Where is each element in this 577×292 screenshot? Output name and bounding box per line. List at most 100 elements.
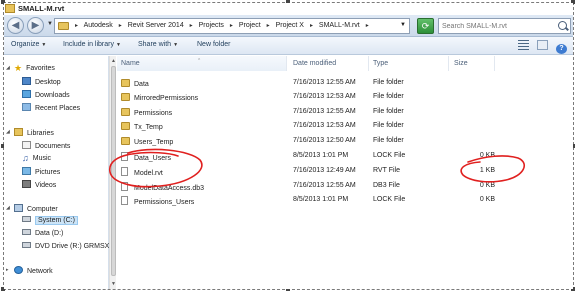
include-in-library-button[interactable]: Include in library ▼ bbox=[63, 41, 121, 48]
breadcrumb-chevron-icon[interactable]: ▸ bbox=[267, 23, 270, 29]
nav-downloads[interactable]: Downloads bbox=[22, 90, 70, 99]
collapse-icon[interactable]: ◢ bbox=[6, 65, 10, 71]
file-row[interactable]: MirroredPermissions 7/16/2013 12:53 AM F… bbox=[117, 90, 497, 104]
file-type: File folder bbox=[373, 108, 404, 115]
file-row[interactable]: Data_Users 8/5/2013 1:01 PM LOCK File 0 … bbox=[117, 149, 497, 163]
search-icon[interactable] bbox=[558, 21, 567, 30]
breadcrumb-chevron-icon[interactable]: ▸ bbox=[75, 23, 78, 29]
breadcrumb-item[interactable]: Project X bbox=[276, 22, 304, 29]
nav-videos[interactable]: Videos bbox=[22, 180, 56, 189]
address-dropdown-icon[interactable]: ▼ bbox=[400, 22, 406, 28]
scroll-up-icon[interactable]: ▲ bbox=[111, 58, 116, 64]
nav-desktop[interactable]: Desktop bbox=[22, 77, 61, 86]
breadcrumb-item[interactable]: Autodesk bbox=[84, 22, 113, 29]
star-icon: ★ bbox=[14, 63, 23, 73]
file-row[interactable]: Users_Temp 7/16/2013 12:50 AM File folde… bbox=[117, 134, 497, 148]
breadcrumb-item[interactable]: SMALL-M.rvt bbox=[319, 22, 360, 29]
collapse-icon[interactable]: ◢ bbox=[6, 129, 10, 135]
organize-label: Organize bbox=[11, 41, 40, 48]
column-header-size[interactable]: Size bbox=[450, 56, 495, 71]
file-row[interactable]: Data 7/16/2013 12:55 AM File folder bbox=[117, 76, 497, 90]
preview-pane-icon[interactable] bbox=[537, 40, 549, 50]
column-header-date[interactable]: Date modified bbox=[289, 56, 369, 71]
breadcrumb-item[interactable]: Projects bbox=[199, 22, 224, 29]
nav-label: Videos bbox=[35, 182, 57, 189]
breadcrumb-chevron-icon[interactable]: ▸ bbox=[119, 23, 122, 29]
nav-recent-places[interactable]: Recent Places bbox=[22, 103, 80, 112]
nav-label: System (C:) bbox=[35, 216, 78, 225]
file-date: 7/16/2013 12:55 AM bbox=[293, 79, 356, 86]
folder-icon bbox=[121, 137, 130, 145]
nav-data-d[interactable]: Data (D:) bbox=[22, 229, 63, 237]
scroll-thumb[interactable] bbox=[111, 66, 116, 276]
pictures-icon bbox=[22, 167, 31, 175]
search-input[interactable] bbox=[439, 19, 549, 33]
libraries-icon bbox=[14, 128, 23, 136]
file-date: 7/16/2013 12:53 AM bbox=[293, 93, 356, 100]
file-type: RVT File bbox=[373, 167, 400, 174]
command-bar: Organize ▼ Include in library ▼ Share with… bbox=[4, 37, 573, 55]
breadcrumb-item[interactable]: Project bbox=[239, 22, 261, 29]
chevron-down-icon: ▼ bbox=[115, 42, 121, 48]
nav-computer[interactable]: Computer bbox=[14, 204, 58, 213]
nav-pictures[interactable]: Pictures bbox=[22, 167, 60, 176]
breadcrumb-chevron-icon[interactable]: ▸ bbox=[366, 23, 369, 29]
column-header-name[interactable]: Name ⌃ bbox=[117, 56, 287, 71]
file-list: Name ⌃ Date modified Type Size Data 7/16/… bbox=[117, 56, 573, 289]
help-icon[interactable]: ? bbox=[556, 44, 567, 54]
column-header-type[interactable]: Type bbox=[369, 56, 449, 71]
videos-icon bbox=[22, 180, 31, 188]
file-icon bbox=[121, 182, 128, 191]
change-view-icon[interactable] bbox=[518, 40, 530, 50]
nav-system-c[interactable]: System (C:) bbox=[22, 216, 78, 225]
chevron-down-icon: ▼ bbox=[41, 42, 47, 48]
nav-libraries[interactable]: Libraries bbox=[14, 128, 54, 137]
file-name-cell: Permissions bbox=[121, 108, 172, 117]
file-type: File folder bbox=[373, 137, 404, 144]
file-row[interactable]: Tx_Temp 7/16/2013 12:53 AM File folder bbox=[117, 119, 497, 133]
nav-favorites[interactable]: ★ Favorites bbox=[14, 63, 55, 73]
forward-button[interactable]: ▶ bbox=[27, 17, 44, 34]
breadcrumb-chevron-icon[interactable]: ▸ bbox=[230, 23, 233, 29]
collapse-icon[interactable]: ◢ bbox=[6, 205, 10, 211]
nav-label: Libraries bbox=[27, 130, 54, 137]
file-row[interactable]: Permissions_Users 8/5/2013 1:01 PM LOCK … bbox=[117, 193, 497, 207]
search-box[interactable] bbox=[438, 18, 571, 34]
recent-pages-chevron-icon[interactable]: ▼ bbox=[47, 21, 53, 27]
share-with-button[interactable]: Share with ▼ bbox=[138, 41, 178, 48]
nav-documents[interactable]: Documents bbox=[22, 141, 70, 150]
new-folder-button[interactable]: New folder bbox=[197, 41, 230, 48]
nav-network[interactable]: Network bbox=[14, 266, 53, 275]
file-size: 0 KB bbox=[479, 182, 495, 189]
breadcrumb-item[interactable]: Revit Server 2014 bbox=[128, 22, 184, 29]
file-row[interactable]: ModelDataAccess.db3 7/16/2013 12:55 AM D… bbox=[117, 179, 497, 193]
dvd-drive-icon bbox=[22, 242, 31, 248]
nav-dvd-drive[interactable]: DVD Drive (R:) GRMSX bbox=[22, 242, 109, 250]
nav-label: Computer bbox=[27, 206, 58, 213]
scroll-down-icon[interactable]: ▼ bbox=[111, 281, 116, 287]
navigation-pane: ◢ ★ Favorites Desktop Downloads Recent Pl… bbox=[4, 56, 109, 289]
folder-icon bbox=[5, 4, 15, 13]
breadcrumb-chevron-icon[interactable]: ▸ bbox=[310, 23, 313, 29]
folder-icon bbox=[121, 122, 130, 130]
view-controls: ? bbox=[512, 40, 567, 54]
address-bar[interactable]: ▸ Autodesk ▸ Revit Server 2014 ▸ Project… bbox=[54, 18, 410, 34]
refresh-button[interactable]: ⟳ bbox=[417, 18, 434, 34]
file-name-cell: Users_Temp bbox=[121, 137, 173, 146]
documents-icon bbox=[22, 141, 31, 149]
nav-label: Recent Places bbox=[35, 105, 81, 112]
breadcrumb: ▸ Autodesk ▸ Revit Server 2014 ▸ Project… bbox=[75, 22, 373, 29]
file-date: 7/16/2013 12:50 AM bbox=[293, 137, 356, 144]
nav-label: Desktop bbox=[35, 79, 61, 86]
file-name: Permissions_Users bbox=[134, 199, 195, 206]
breadcrumb-chevron-icon[interactable]: ▸ bbox=[190, 23, 193, 29]
file-row[interactable]: Permissions 7/16/2013 12:55 AM File fold… bbox=[117, 105, 497, 119]
expand-icon[interactable]: ▸ bbox=[6, 267, 9, 273]
file-row[interactable]: Model.rvt 7/16/2013 12:49 AM RVT File 1 … bbox=[117, 164, 497, 178]
nav-scrollbar[interactable]: ▲ ▼ bbox=[109, 56, 116, 289]
file-type: LOCK File bbox=[373, 196, 406, 203]
nav-music[interactable]: ♫ Music bbox=[22, 154, 51, 163]
organize-button[interactable]: Organize ▼ bbox=[11, 41, 46, 48]
back-button[interactable]: ◀ bbox=[7, 17, 24, 34]
file-name-cell: ModelDataAccess.db3 bbox=[121, 182, 204, 192]
